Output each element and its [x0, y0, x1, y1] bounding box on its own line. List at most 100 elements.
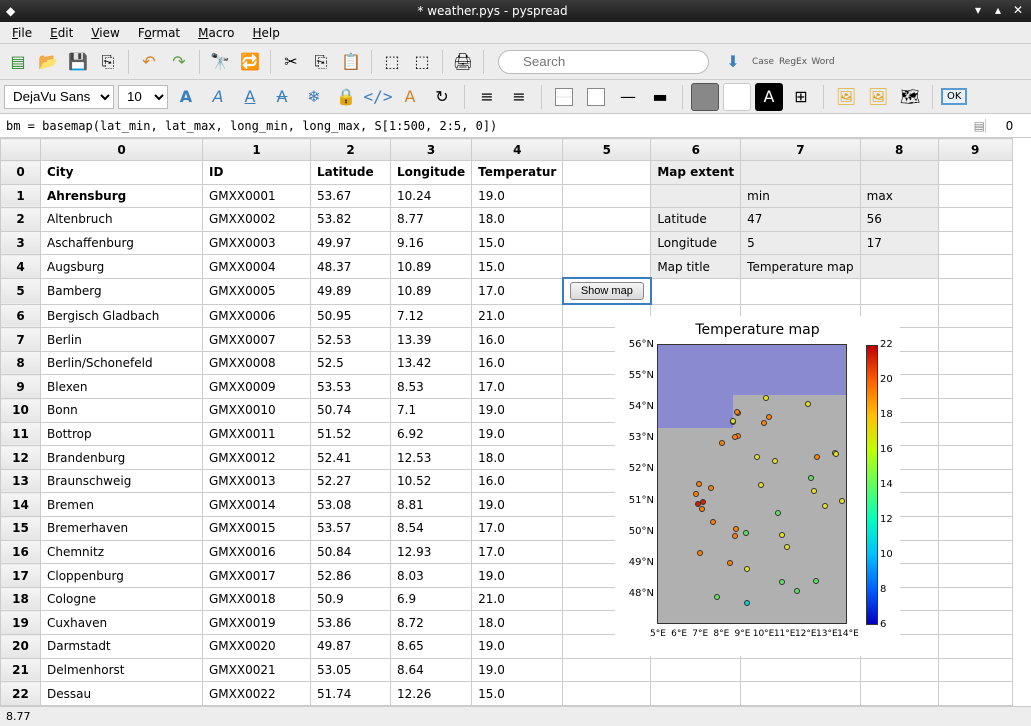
menu-file[interactable]: File [4, 24, 40, 42]
col-header-4[interactable]: 4 [472, 139, 563, 161]
cell[interactable]: Bonn [41, 399, 203, 423]
paste-icon[interactable]: 📋 [337, 48, 365, 76]
cell[interactable]: 8.65 [391, 635, 472, 659]
cell[interactable]: Darmstadt [41, 635, 203, 659]
fill-gray-icon[interactable] [691, 83, 719, 111]
cell[interactable]: min [741, 184, 861, 208]
cell[interactable]: Latitude [311, 161, 391, 185]
spreadsheet-grid[interactable]: 0123456789 0CityIDLatitudeLongitudeTempe… [0, 138, 1031, 706]
cell[interactable]: 52.5 [311, 351, 391, 375]
cell[interactable]: GMXX0018 [203, 587, 311, 611]
word-toggle[interactable]: Word [809, 48, 837, 76]
cell[interactable]: 9.16 [391, 231, 472, 255]
cell[interactable]: 15.0 [472, 231, 563, 255]
cell[interactable]: 53.05 [311, 658, 391, 682]
cell[interactable] [938, 184, 1012, 208]
cell[interactable]: GMXX0002 [203, 208, 311, 232]
row-header[interactable]: 6 [1, 304, 41, 328]
cell[interactable] [938, 540, 1012, 564]
cell[interactable] [741, 658, 861, 682]
row-header[interactable]: 21 [1, 658, 41, 682]
menu-edit[interactable]: Edit [42, 24, 81, 42]
cell[interactable]: 8.77 [391, 208, 472, 232]
row-header[interactable]: 8 [1, 351, 41, 375]
cell[interactable]: 47 [741, 208, 861, 232]
cell[interactable]: 19.0 [472, 399, 563, 423]
col-header-1[interactable]: 1 [203, 139, 311, 161]
cell[interactable]: GMXX0021 [203, 658, 311, 682]
cell[interactable]: GMXX0006 [203, 304, 311, 328]
cell[interactable] [860, 255, 938, 279]
close-button[interactable]: ✕ [1011, 4, 1025, 18]
cell[interactable]: 48.37 [311, 255, 391, 279]
lock-icon[interactable]: 🔒 [332, 83, 360, 111]
search-down-icon[interactable]: ⬇ [719, 48, 747, 76]
cell[interactable]: 52.53 [311, 328, 391, 352]
cell[interactable] [938, 493, 1012, 517]
align-left-icon[interactable]: ≡ [473, 83, 501, 111]
cell[interactable]: 8.81 [391, 493, 472, 517]
cell[interactable] [651, 682, 741, 706]
maximize-button[interactable]: ▴ [991, 4, 1005, 18]
col-header-6[interactable]: 6 [651, 139, 741, 161]
cell[interactable]: 50.9 [311, 587, 391, 611]
col-header-3[interactable]: 3 [391, 139, 472, 161]
font-size-select[interactable]: 10 [118, 85, 168, 109]
cell[interactable]: Berlin [41, 328, 203, 352]
col-header-0[interactable]: 0 [41, 139, 203, 161]
cell[interactable]: 17 [860, 231, 938, 255]
cell[interactable] [563, 208, 651, 232]
menu-format[interactable]: Format [130, 24, 188, 42]
cell[interactable]: 50.74 [311, 399, 391, 423]
cell[interactable]: 7.12 [391, 304, 472, 328]
regex-toggle[interactable]: RegEx [779, 48, 807, 76]
copy-icon[interactable]: ⎘ [307, 48, 335, 76]
cell[interactable]: GMXX0012 [203, 446, 311, 470]
cell[interactable]: Ahrensburg [41, 184, 203, 208]
cell[interactable]: GMXX0010 [203, 399, 311, 423]
cell[interactable]: Cologne [41, 587, 203, 611]
row-header[interactable]: 7 [1, 328, 41, 352]
cell[interactable] [938, 399, 1012, 423]
cell[interactable] [938, 564, 1012, 588]
cell[interactable]: GMXX0022 [203, 682, 311, 706]
open-icon[interactable]: 📂 [34, 48, 62, 76]
row-header[interactable]: 17 [1, 564, 41, 588]
cell[interactable]: ID [203, 161, 311, 185]
freeze-icon[interactable]: ❄ [300, 83, 328, 111]
col-header-9[interactable]: 9 [938, 139, 1012, 161]
cell[interactable]: 10.24 [391, 184, 472, 208]
cell[interactable]: 19.0 [472, 184, 563, 208]
cell[interactable]: Longitude [391, 161, 472, 185]
cell[interactable]: Bremen [41, 493, 203, 517]
cell[interactable]: GMXX0017 [203, 564, 311, 588]
row-header[interactable]: 22 [1, 682, 41, 706]
cell[interactable] [860, 658, 938, 682]
replace-icon[interactable]: 🔁 [236, 48, 264, 76]
cell[interactable]: GMXX0004 [203, 255, 311, 279]
cell[interactable] [741, 161, 861, 185]
cell[interactable]: City [41, 161, 203, 185]
cell[interactable]: 7.1 [391, 399, 472, 423]
cell[interactable]: 10.89 [391, 255, 472, 279]
cell[interactable]: Berlin/Schonefeld [41, 351, 203, 375]
cell[interactable]: 8.53 [391, 375, 472, 399]
cell[interactable] [938, 587, 1012, 611]
cell[interactable]: GMXX0020 [203, 635, 311, 659]
cell[interactable]: 19.0 [472, 564, 563, 588]
row-header[interactable]: 18 [1, 587, 41, 611]
menu-macro[interactable]: Macro [190, 24, 242, 42]
cell[interactable]: 52.27 [311, 469, 391, 493]
formula-input[interactable]: bm = basemap(lat_min, lat_max, long_min,… [6, 119, 974, 133]
cell[interactable]: 12.53 [391, 446, 472, 470]
cell[interactable] [563, 658, 651, 682]
cell[interactable]: Altenbruch [41, 208, 203, 232]
cell[interactable]: Blexen [41, 375, 203, 399]
cell[interactable] [938, 422, 1012, 446]
cell[interactable]: GMXX0014 [203, 493, 311, 517]
ok-badge[interactable]: OK [941, 88, 967, 105]
cell[interactable] [938, 231, 1012, 255]
cell[interactable]: 8.54 [391, 517, 472, 541]
cell[interactable]: 17.0 [472, 278, 563, 304]
cell[interactable]: 10.52 [391, 469, 472, 493]
